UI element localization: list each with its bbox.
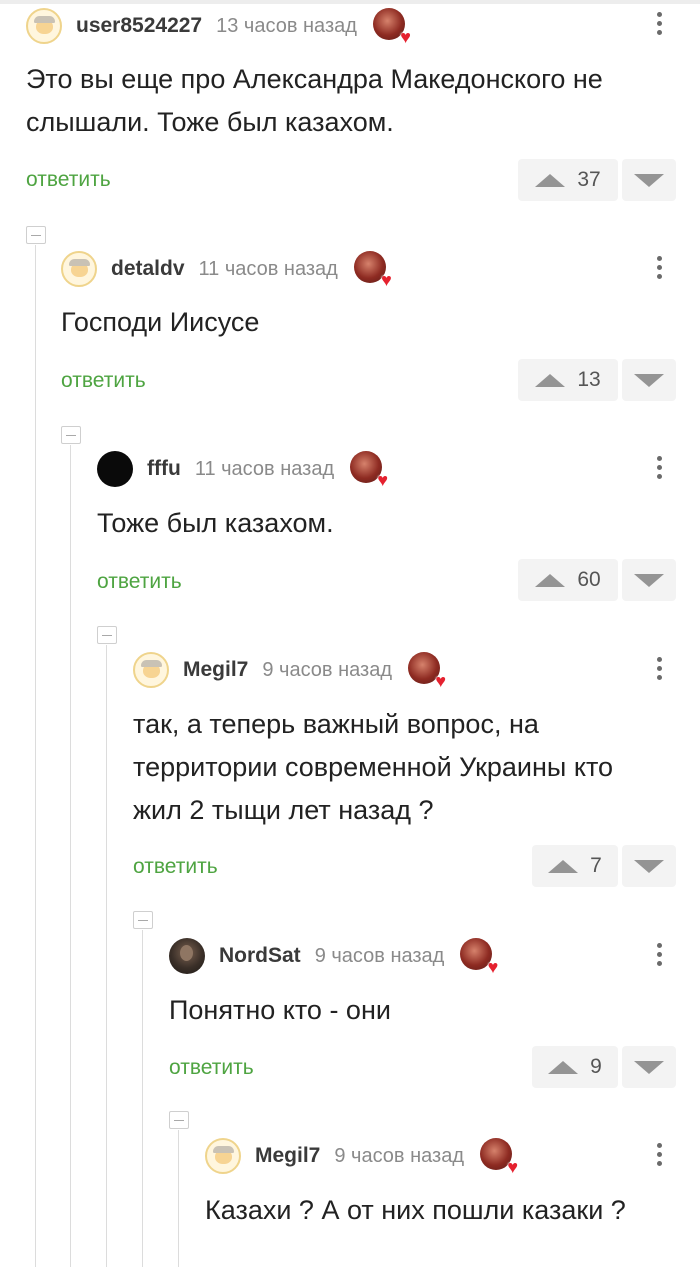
comment-time: 13 часов назад [216,14,357,37]
downvote-button[interactable] [622,845,676,887]
kebab-menu-icon[interactable] [656,657,662,684]
comment-time: 9 часов назад [314,944,445,967]
upvote-arrow-icon [535,573,566,587]
user-avatar[interactable] [61,251,97,287]
reply-link[interactable]: ответить [97,570,182,594]
comment-text: Понятно кто - они [169,995,391,1025]
downvote-button[interactable] [622,159,676,201]
downvote-arrow-icon [634,573,664,587]
award-badge-icon[interactable]: ♥ [460,938,499,977]
thread-line [70,445,71,1267]
username[interactable]: Megil7 [255,1144,320,1168]
downvote-arrow-icon [634,373,664,387]
vote-block: 37 [518,159,676,201]
reply-link[interactable]: ответить [61,369,146,393]
upvote-button[interactable]: 13 [518,359,618,401]
user-avatar[interactable] [169,938,205,974]
comment-text: так, а теперь важный вопрос, на территор… [133,709,614,825]
vote-count: 60 [577,568,601,591]
comment-text: Тоже был казахом. [97,508,334,538]
downvote-arrow-icon [634,859,664,873]
downvote-arrow-icon [634,173,664,187]
vote-count: 13 [577,368,601,391]
downvote-button[interactable] [622,359,676,401]
heart-icon: ♥ [507,1157,519,1177]
upvote-arrow-icon [548,1060,579,1074]
award-badge-icon[interactable]: ♥ [480,1138,519,1177]
upvote-arrow-icon [535,173,566,187]
reply-link[interactable]: ответить [26,168,111,192]
thread-line [178,1130,179,1267]
user-avatar[interactable] [205,1138,241,1174]
heart-icon: ♥ [435,671,447,691]
kebab-menu-icon[interactable] [656,1143,662,1170]
comment-text: Это вы еще про Александра Македонского н… [26,64,603,137]
vote-block: 7 [532,845,676,887]
upvote-button[interactable]: 37 [518,159,618,201]
username[interactable]: Megil7 [183,658,248,682]
comment-time: 11 часов назад [198,257,338,280]
comment-time: 11 часов назад [194,457,335,480]
thread-line [106,645,107,1267]
upvote-button[interactable]: 7 [532,845,618,887]
upvote-arrow-icon [548,859,579,873]
vote-block: 9 [532,1046,676,1088]
user-avatar[interactable] [26,8,62,44]
collapse-thread-icon[interactable] [133,911,153,929]
username[interactable]: NordSat [219,944,301,968]
kebab-menu-icon[interactable] [656,943,662,970]
comment-text: Господи Иисусе [61,307,260,337]
vote-count: 9 [590,1055,602,1078]
upvote-button[interactable]: 9 [532,1046,618,1088]
comment-text: Казахи ? А от них пошли казаки ? [205,1195,626,1225]
comment-time: 9 часов назад [262,658,393,681]
vote-count: 37 [577,168,601,191]
kebab-menu-icon[interactable] [656,12,662,39]
upvote-button[interactable]: 60 [518,559,618,601]
upvote-arrow-icon [535,373,566,387]
user-avatar[interactable] [133,652,169,688]
vote-block: 13 [518,359,676,401]
heart-icon: ♥ [381,270,392,290]
thread-line [142,930,143,1267]
comment-time: 9 часов назад [334,1144,465,1167]
username[interactable]: user8524227 [76,14,202,38]
heart-icon: ♥ [377,470,389,490]
collapse-thread-icon[interactable] [61,426,81,444]
vote-count: 7 [590,854,602,877]
reply-link[interactable]: ответить [133,855,218,879]
award-badge-icon[interactable]: ♥ [372,8,411,47]
award-badge-icon[interactable]: ♥ [353,251,392,290]
kebab-menu-icon[interactable] [656,456,662,483]
username[interactable]: detaldv [111,257,185,281]
vote-block: 60 [518,559,676,601]
award-badge-icon[interactable]: ♥ [408,652,447,691]
heart-icon: ♥ [400,27,411,47]
reply-link[interactable]: ответить [169,1056,254,1080]
collapse-thread-icon[interactable] [26,226,46,244]
collapse-thread-icon[interactable] [97,626,117,644]
award-badge-icon[interactable]: ♥ [350,451,389,490]
username[interactable]: fffu [147,457,181,481]
user-avatar[interactable] [97,451,133,487]
top-divider [0,0,700,4]
kebab-menu-icon[interactable] [656,256,662,283]
heart-icon: ♥ [487,957,499,977]
downvote-button[interactable] [622,559,676,601]
downvote-arrow-icon [634,1060,664,1074]
thread-line [35,245,36,1267]
collapse-thread-icon[interactable] [169,1111,189,1129]
downvote-button[interactable] [622,1046,676,1088]
